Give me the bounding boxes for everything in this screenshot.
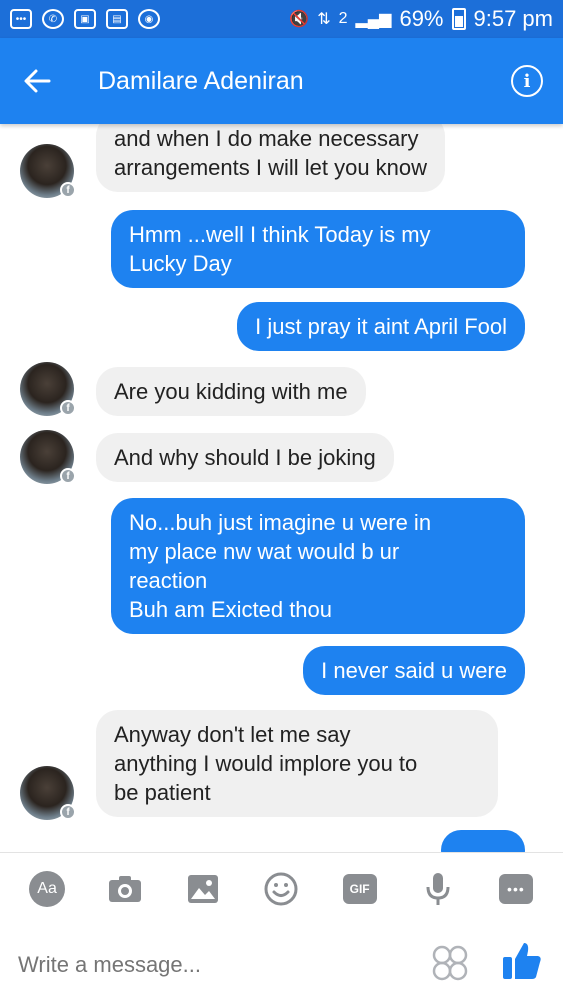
- composer-toolbar: Aa GIF •••: [0, 869, 563, 909]
- messenger-badge-icon: f: [60, 468, 76, 484]
- message-thread[interactable]: and when I do make necessary arrangement…: [0, 124, 563, 852]
- camera-button[interactable]: [105, 869, 145, 909]
- info-icon: i: [523, 70, 531, 92]
- mic-icon: [426, 873, 450, 905]
- contact-avatar[interactable]: f: [20, 144, 76, 198]
- system-status: 🔇 ⇅ 2 ▂▄▆ 69% 9:57 pm: [289, 6, 553, 32]
- text-format-icon: Aa: [29, 871, 66, 907]
- voice-button[interactable]: [418, 869, 458, 909]
- outgoing-message[interactable]: Hmm ...well I think Today is my Lucky Da…: [111, 210, 525, 288]
- mute-icon: 🔇: [289, 11, 310, 28]
- sim-slot-indicator: 2: [338, 10, 348, 27]
- like-button[interactable]: [500, 939, 544, 983]
- outgoing-message-partial[interactable]: [441, 830, 525, 852]
- incoming-message[interactable]: And why should I be joking: [96, 433, 394, 482]
- sticker-icon: [432, 945, 468, 981]
- composer: Aa GIF ••• Write a message...: [0, 852, 563, 1000]
- data-indicator-icon: ⇅: [317, 11, 331, 28]
- battery-percentage: 69%: [399, 6, 444, 31]
- outgoing-message[interactable]: No...buh just imagine u were in my place…: [111, 498, 525, 634]
- info-button[interactable]: i: [511, 65, 543, 97]
- contact-name[interactable]: Damilare Adeniran: [98, 67, 511, 96]
- messenger-notification-icon: •••: [10, 9, 32, 29]
- gallery-notification-icon: ▣: [74, 9, 96, 29]
- camera-icon: [109, 876, 142, 902]
- messenger-badge-icon: f: [60, 400, 76, 416]
- incoming-message[interactable]: Anyway don't let me say anything I would…: [96, 710, 498, 817]
- outgoing-message[interactable]: I just pray it aint April Fool: [237, 302, 525, 351]
- contact-avatar[interactable]: f: [20, 766, 76, 820]
- more-button[interactable]: •••: [496, 869, 536, 909]
- gif-icon: GIF: [342, 874, 377, 904]
- more-icon: •••: [498, 874, 533, 904]
- incoming-message[interactable]: and when I do make necessary arrangement…: [96, 124, 446, 192]
- whatsapp-notification-icon: ✆: [42, 9, 64, 29]
- notification-icons: ••• ✆ ▣ ▤ ◉: [10, 9, 160, 29]
- incoming-message[interactable]: Are you kidding with me: [96, 367, 366, 416]
- message-input[interactable]: [18, 947, 398, 983]
- text-format-button[interactable]: Aa: [27, 869, 67, 909]
- status-bar: ••• ✆ ▣ ▤ ◉ 🔇 ⇅ 2 ▂▄▆ 69% 9:57 pm: [0, 0, 563, 38]
- contact-avatar[interactable]: f: [20, 430, 76, 484]
- messenger-badge-icon: f: [60, 182, 76, 198]
- signal-icon: ▂▄▆: [355, 11, 392, 28]
- emoji-icon: [264, 872, 298, 906]
- contact-avatar[interactable]: f: [20, 362, 76, 416]
- emoji-button[interactable]: [261, 869, 301, 909]
- gif-button[interactable]: GIF: [340, 869, 380, 909]
- image-icon: [188, 875, 219, 903]
- conversation-header: Damilare Adeniran i: [0, 38, 563, 124]
- back-arrow-icon: [24, 69, 51, 93]
- battery-icon: [451, 8, 466, 30]
- messenger-badge-icon: f: [60, 804, 76, 820]
- clock-time: 9:57 pm: [473, 6, 554, 31]
- sticker-button[interactable]: [430, 943, 470, 983]
- bbm-notification-icon: ▤: [106, 9, 128, 29]
- gallery-button[interactable]: [183, 869, 223, 909]
- like-icon: [503, 943, 541, 979]
- outgoing-message[interactable]: I never said u were: [303, 646, 525, 695]
- app-notification-icon: ◉: [138, 9, 160, 29]
- back-button[interactable]: [0, 38, 74, 124]
